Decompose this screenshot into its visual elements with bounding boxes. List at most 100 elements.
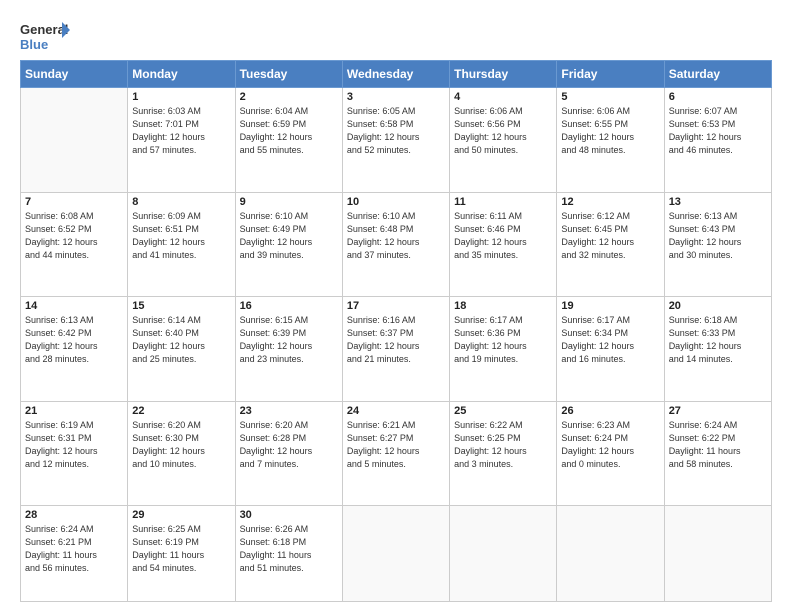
weekday-friday: Friday (557, 61, 664, 88)
table-cell: 5 Sunrise: 6:06 AM Sunset: 6:55 PM Daylig… (557, 88, 664, 193)
day-number: 7 (25, 196, 123, 208)
day-info: Sunrise: 6:17 AM Sunset: 6:36 PM Dayligh… (454, 314, 552, 366)
table-cell: 4 Sunrise: 6:06 AM Sunset: 6:56 PM Daylig… (450, 88, 557, 193)
day-number: 2 (240, 91, 338, 103)
weekday-tuesday: Tuesday (235, 61, 342, 88)
day-info: Sunrise: 6:11 AM Sunset: 6:46 PM Dayligh… (454, 210, 552, 262)
table-cell: 8 Sunrise: 6:09 AM Sunset: 6:51 PM Daylig… (128, 192, 235, 297)
weekday-header-row: SundayMondayTuesdayWednesdayThursdayFrid… (21, 61, 772, 88)
table-cell: 6 Sunrise: 6:07 AM Sunset: 6:53 PM Daylig… (664, 88, 771, 193)
day-info: Sunrise: 6:18 AM Sunset: 6:33 PM Dayligh… (669, 314, 767, 366)
day-number: 12 (561, 196, 659, 208)
table-cell: 14 Sunrise: 6:13 AM Sunset: 6:42 PM Dayli… (21, 297, 128, 402)
table-cell: 15 Sunrise: 6:14 AM Sunset: 6:40 PM Dayli… (128, 297, 235, 402)
day-number: 25 (454, 405, 552, 417)
week-row-2: 7 Sunrise: 6:08 AM Sunset: 6:52 PM Daylig… (21, 192, 772, 297)
day-number: 14 (25, 300, 123, 312)
day-number: 11 (454, 196, 552, 208)
table-cell: 16Sunrise: 6:15 AM Sunset: 6:39 PM Dayli… (235, 297, 342, 402)
table-cell: 25 Sunrise: 6:22 AM Sunset: 6:25 PM Dayli… (450, 401, 557, 506)
day-info: Sunrise: 6:08 AM Sunset: 6:52 PM Dayligh… (25, 210, 123, 262)
day-number: 29 (132, 509, 230, 521)
weekday-saturday: Saturday (664, 61, 771, 88)
day-info: Sunrise: 6:24 AM Sunset: 6:21 PM Dayligh… (25, 523, 123, 575)
table-cell: 1 Sunrise: 6:03 AM Sunset: 7:01 PM Daylig… (128, 88, 235, 193)
day-number: 1 (132, 91, 230, 103)
table-cell: 20 Sunrise: 6:18 AM Sunset: 6:33 PM Dayli… (664, 297, 771, 402)
calendar-table: SundayMondayTuesdayWednesdayThursdayFrid… (20, 60, 772, 602)
table-cell: 2Sunrise: 6:04 AM Sunset: 6:59 PM Daylig… (235, 88, 342, 193)
day-info: Sunrise: 6:13 AM Sunset: 6:42 PM Dayligh… (25, 314, 123, 366)
day-info: Sunrise: 6:23 AM Sunset: 6:24 PM Dayligh… (561, 419, 659, 471)
day-number: 5 (561, 91, 659, 103)
logo: General Blue (20, 18, 70, 54)
day-info: Sunrise: 6:10 AM Sunset: 6:49 PM Dayligh… (240, 210, 338, 262)
day-info: Sunrise: 6:22 AM Sunset: 6:25 PM Dayligh… (454, 419, 552, 471)
week-row-5: 28 Sunrise: 6:24 AM Sunset: 6:21 PM Dayli… (21, 506, 772, 602)
day-number: 19 (561, 300, 659, 312)
table-cell: 23Sunrise: 6:20 AM Sunset: 6:28 PM Dayli… (235, 401, 342, 506)
table-cell (664, 506, 771, 602)
logo-svg: General Blue (20, 18, 70, 54)
day-number: 13 (669, 196, 767, 208)
day-info: Sunrise: 6:05 AM Sunset: 6:58 PM Dayligh… (347, 105, 445, 157)
table-cell (21, 88, 128, 193)
table-cell: 17 Sunrise: 6:16 AM Sunset: 6:37 PM Dayli… (342, 297, 449, 402)
day-number: 15 (132, 300, 230, 312)
day-info: Sunrise: 6:09 AM Sunset: 6:51 PM Dayligh… (132, 210, 230, 262)
table-cell: 13 Sunrise: 6:13 AM Sunset: 6:43 PM Dayli… (664, 192, 771, 297)
table-cell (450, 506, 557, 602)
table-cell: 27 Sunrise: 6:24 AM Sunset: 6:22 PM Dayli… (664, 401, 771, 506)
table-cell (342, 506, 449, 602)
table-cell: 22 Sunrise: 6:20 AM Sunset: 6:30 PM Dayli… (128, 401, 235, 506)
table-cell: 21Sunrise: 6:19 AM Sunset: 6:31 PM Dayli… (21, 401, 128, 506)
day-info: Sunrise: 6:24 AM Sunset: 6:22 PM Dayligh… (669, 419, 767, 471)
table-cell: 18Sunrise: 6:17 AM Sunset: 6:36 PM Dayli… (450, 297, 557, 402)
day-number: 8 (132, 196, 230, 208)
day-number: 24 (347, 405, 445, 417)
day-number: 16 (240, 300, 338, 312)
day-info: Sunrise: 6:10 AM Sunset: 6:48 PM Dayligh… (347, 210, 445, 262)
day-number: 6 (669, 91, 767, 103)
svg-text:Blue: Blue (20, 37, 48, 52)
day-number: 27 (669, 405, 767, 417)
table-cell: 7 Sunrise: 6:08 AM Sunset: 6:52 PM Daylig… (21, 192, 128, 297)
day-info: Sunrise: 6:14 AM Sunset: 6:40 PM Dayligh… (132, 314, 230, 366)
day-number: 10 (347, 196, 445, 208)
header: General Blue (20, 18, 772, 54)
day-info: Sunrise: 6:03 AM Sunset: 7:01 PM Dayligh… (132, 105, 230, 157)
table-cell: 12Sunrise: 6:12 AM Sunset: 6:45 PM Dayli… (557, 192, 664, 297)
day-number: 26 (561, 405, 659, 417)
table-cell (557, 506, 664, 602)
day-info: Sunrise: 6:20 AM Sunset: 6:30 PM Dayligh… (132, 419, 230, 471)
table-cell: 10 Sunrise: 6:10 AM Sunset: 6:48 PM Dayli… (342, 192, 449, 297)
day-info: Sunrise: 6:26 AM Sunset: 6:18 PM Dayligh… (240, 523, 338, 575)
day-info: Sunrise: 6:19 AM Sunset: 6:31 PM Dayligh… (25, 419, 123, 471)
day-number: 20 (669, 300, 767, 312)
day-info: Sunrise: 6:16 AM Sunset: 6:37 PM Dayligh… (347, 314, 445, 366)
day-info: Sunrise: 6:06 AM Sunset: 6:55 PM Dayligh… (561, 105, 659, 157)
table-cell: 24 Sunrise: 6:21 AM Sunset: 6:27 PM Dayli… (342, 401, 449, 506)
day-number: 4 (454, 91, 552, 103)
day-number: 3 (347, 91, 445, 103)
week-row-1: 1 Sunrise: 6:03 AM Sunset: 7:01 PM Daylig… (21, 88, 772, 193)
day-info: Sunrise: 6:13 AM Sunset: 6:43 PM Dayligh… (669, 210, 767, 262)
day-number: 23 (240, 405, 338, 417)
day-info: Sunrise: 6:07 AM Sunset: 6:53 PM Dayligh… (669, 105, 767, 157)
svg-text:General: General (20, 22, 68, 37)
day-info: Sunrise: 6:17 AM Sunset: 6:34 PM Dayligh… (561, 314, 659, 366)
week-row-4: 21Sunrise: 6:19 AM Sunset: 6:31 PM Dayli… (21, 401, 772, 506)
day-info: Sunrise: 6:25 AM Sunset: 6:19 PM Dayligh… (132, 523, 230, 575)
day-number: 17 (347, 300, 445, 312)
table-cell: 30 Sunrise: 6:26 AM Sunset: 6:18 PM Dayli… (235, 506, 342, 602)
day-number: 22 (132, 405, 230, 417)
table-cell: 19 Sunrise: 6:17 AM Sunset: 6:34 PM Dayli… (557, 297, 664, 402)
day-info: Sunrise: 6:06 AM Sunset: 6:56 PM Dayligh… (454, 105, 552, 157)
day-number: 28 (25, 509, 123, 521)
day-number: 30 (240, 509, 338, 521)
weekday-wednesday: Wednesday (342, 61, 449, 88)
table-cell: 9Sunrise: 6:10 AM Sunset: 6:49 PM Daylig… (235, 192, 342, 297)
weekday-sunday: Sunday (21, 61, 128, 88)
day-info: Sunrise: 6:21 AM Sunset: 6:27 PM Dayligh… (347, 419, 445, 471)
table-cell: 3 Sunrise: 6:05 AM Sunset: 6:58 PM Daylig… (342, 88, 449, 193)
